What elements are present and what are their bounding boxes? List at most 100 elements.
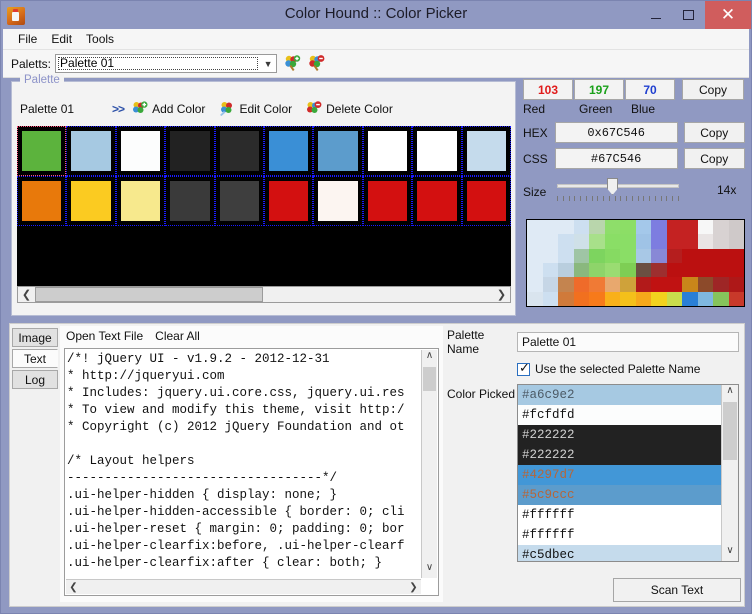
color-picked-item[interactable]: #c5dbec [518, 545, 721, 561]
size-slider-track[interactable] [557, 184, 679, 188]
chevron-down-icon[interactable]: ▼ [260, 55, 276, 72]
code-horizontal-scrollbar[interactable]: ❮ ❯ [66, 579, 421, 594]
palette-swatch[interactable] [115, 176, 166, 226]
color-list-scroll-down-icon[interactable]: ∨ [722, 545, 738, 561]
palette-swatch[interactable] [17, 176, 67, 226]
minimize-icon [650, 17, 661, 19]
add-color-label: Add Color [152, 102, 206, 116]
preview-pixel [635, 262, 651, 278]
scan-text-button[interactable]: Scan Text [613, 578, 741, 602]
minimize-button[interactable] [639, 1, 672, 29]
maximize-button[interactable] [672, 1, 705, 29]
menu-item-edit[interactable]: Edit [44, 30, 79, 48]
use-palette-name-row[interactable]: Use the selected Palette Name [517, 361, 743, 376]
preview-pixel [527, 262, 543, 278]
add-palette-icon[interactable] [284, 55, 301, 72]
color-picked-item[interactable]: #222222 [518, 425, 721, 445]
code-scroll-left-icon[interactable]: ❮ [66, 582, 81, 593]
blue-label: Blue [631, 102, 656, 116]
preview-pixel [527, 248, 543, 263]
scroll-up-arrow-icon[interactable]: ∧ [422, 350, 437, 366]
menu-item-tools[interactable]: Tools [79, 30, 121, 48]
expand-chevrons[interactable]: >> [112, 102, 125, 116]
palette-swatch[interactable] [263, 176, 314, 226]
clear-all-button[interactable]: Clear All [155, 329, 200, 343]
palette-swatch[interactable] [263, 126, 314, 176]
palette-swatch[interactable] [165, 176, 215, 226]
palette-scroll-track[interactable] [35, 287, 493, 302]
palette-swatch[interactable] [214, 176, 264, 226]
preview-pixel [620, 262, 636, 278]
preview-pixel [542, 248, 558, 263]
palette-swatch[interactable] [412, 126, 462, 176]
scroll-right-arrow-icon[interactable]: ❯ [493, 288, 510, 301]
code-scroll-right-icon[interactable]: ❯ [406, 582, 421, 593]
preview-pixel [651, 262, 667, 278]
add-color-button[interactable]: Add Color [132, 101, 205, 117]
color-list-scrollbar[interactable]: ∧ ∨ [721, 385, 738, 561]
code-textarea[interactable]: /*! jQuery UI - v1.9.2 - 2012-12-31 * ht… [64, 348, 439, 596]
delete-palette-icon[interactable] [308, 55, 325, 72]
close-button[interactable]: ✕ [705, 1, 751, 29]
copy-rgb-button[interactable]: Copy [682, 79, 744, 100]
color-picked-item[interactable]: #4297d7 [518, 465, 721, 485]
palette-scroll-thumb[interactable] [35, 287, 263, 302]
color-list-scroll-up-icon[interactable]: ∧ [722, 385, 738, 401]
size-slider-thumb[interactable] [607, 178, 618, 195]
color-picked-item[interactable]: #a6c9e2 [518, 385, 721, 405]
color-picked-item[interactable]: #ffffff [518, 525, 721, 545]
palette-horizontal-scrollbar[interactable]: ❮ ❯ [17, 286, 511, 303]
scroll-down-arrow-icon[interactable]: ∨ [422, 562, 437, 578]
code-content: /*! jQuery UI - v1.9.2 - 2012-12-31 * ht… [67, 352, 405, 570]
copy-css-button[interactable]: Copy [683, 148, 745, 169]
size-slider[interactable] [555, 177, 685, 203]
application-window: Color Hound :: Color Picker ✕ File Edit … [0, 0, 752, 614]
color-picked-item[interactable]: #5c9ccc [518, 485, 721, 505]
palette-swatch[interactable] [461, 176, 511, 226]
open-text-file-button[interactable]: Open Text File [66, 329, 143, 343]
palette-swatch[interactable] [115, 126, 166, 176]
palette-swatch[interactable] [313, 126, 363, 176]
preview-pixel [728, 291, 744, 306]
menu-bar: File Edit Tools [3, 29, 749, 50]
color-picked-label: Color Picked [447, 387, 516, 401]
preview-pixel [635, 248, 651, 263]
palette-swatch[interactable] [165, 126, 215, 176]
palette-swatch[interactable] [412, 176, 462, 226]
palette-swatch-grid[interactable] [17, 126, 511, 286]
palette-name-input[interactable]: Palette 01 [517, 332, 739, 352]
css-value[interactable]: #67C546 [554, 148, 678, 169]
use-palette-name-checkbox[interactable] [517, 361, 530, 376]
palette-swatch[interactable] [66, 176, 116, 226]
code-vertical-scrollbar[interactable]: ∧ ∨ [421, 350, 437, 578]
palette-swatch[interactable] [66, 126, 116, 176]
palette-swatch[interactable] [313, 176, 363, 226]
palette-swatch-color [417, 131, 457, 171]
copy-hex-button[interactable]: Copy [683, 122, 745, 143]
preview-pixel [728, 262, 744, 278]
palette-swatch[interactable] [461, 126, 511, 176]
palette-combobox[interactable]: Palette 01 ▼ [55, 54, 278, 73]
color-picked-list[interactable]: #a6c9e2 #fcfdfd #222222 #222222 #4297d7 #5c9c… [517, 384, 739, 562]
color-list-scroll-thumb[interactable] [723, 402, 737, 460]
tab-log[interactable]: Log [12, 370, 58, 389]
preview-pixel [589, 291, 605, 306]
edit-color-button[interactable]: Edit Color [219, 101, 292, 117]
color-picked-item[interactable]: #ffffff [518, 505, 721, 525]
preview-pixel [697, 220, 713, 235]
menu-item-file[interactable]: File [11, 30, 44, 48]
scroll-left-arrow-icon[interactable]: ❮ [18, 288, 35, 301]
preview-pixel [713, 262, 729, 278]
palette-swatch[interactable] [17, 126, 67, 176]
palette-swatch[interactable] [362, 126, 413, 176]
palette-swatch[interactable] [362, 176, 413, 226]
preview-pixel [620, 291, 636, 306]
color-picked-item[interactable]: #fcfdfd [518, 405, 721, 425]
hex-value[interactable]: 0x67C546 [554, 122, 678, 143]
palette-swatch[interactable] [214, 126, 264, 176]
color-picked-item[interactable]: #222222 [518, 445, 721, 465]
delete-color-button[interactable]: Delete Color [306, 101, 393, 117]
tab-image[interactable]: Image [12, 328, 58, 347]
tab-text[interactable]: Text [12, 349, 58, 368]
code-vscroll-thumb[interactable] [423, 367, 436, 391]
